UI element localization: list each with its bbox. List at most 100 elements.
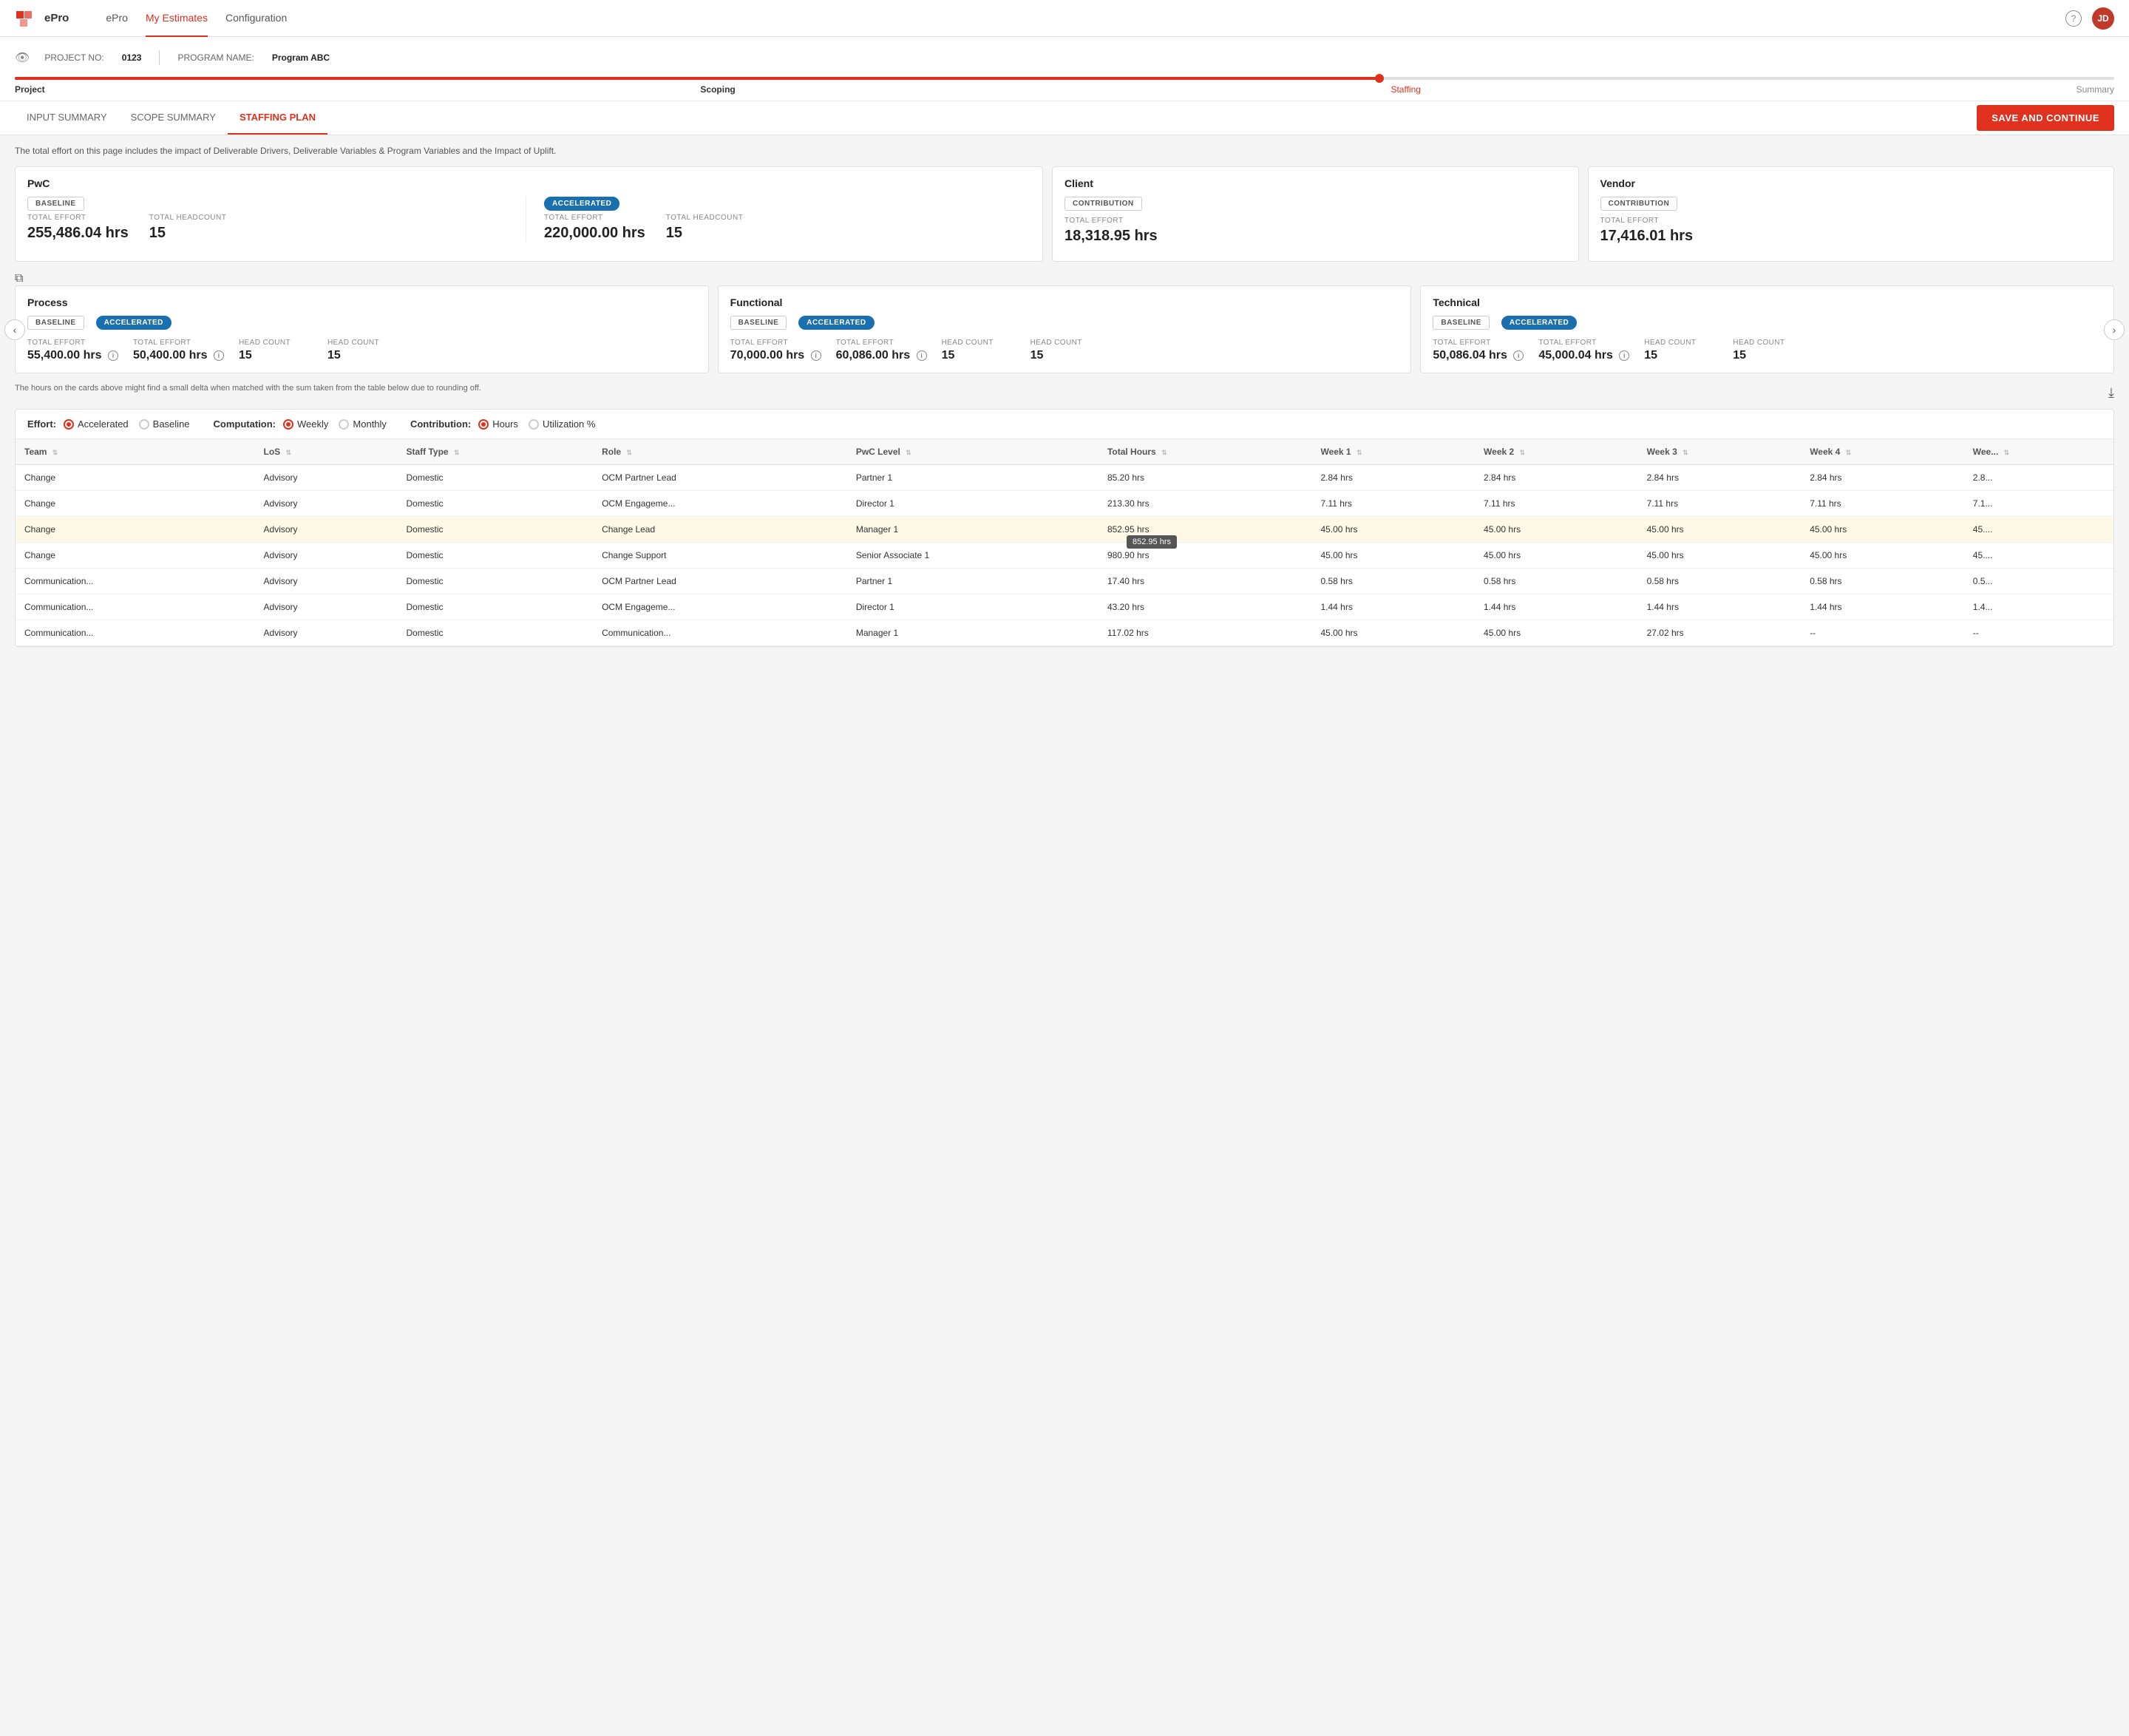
category-card-0: Process BASELINE ACCELERATED TOTAL EFFOR…	[15, 285, 709, 373]
pwc-acc-headcount-label: TOTAL HEADCOUNT	[666, 214, 744, 222]
logo: ePro	[15, 7, 91, 30]
effort-accelerated-radio[interactable]	[64, 419, 74, 430]
info-icon-baseline-0[interactable]: i	[108, 350, 118, 361]
contribution-hours-option[interactable]: Hours	[478, 418, 518, 430]
eye-icon[interactable]: 👁	[15, 50, 30, 65]
progress-track	[15, 77, 2114, 80]
cat-baseline-hc-1: HEAD COUNT 15	[942, 339, 1016, 362]
cell-6-5: 117.02 hrs	[1099, 620, 1312, 646]
nav-right: ? JD	[2065, 7, 2114, 30]
contribution-hours-radio[interactable]	[478, 419, 489, 430]
cell-3-7: 45.00 hrs	[1475, 543, 1638, 569]
sort-icon-1[interactable]: ⇅	[286, 449, 292, 456]
cell-0-6: 2.84 hrs	[1311, 465, 1475, 491]
client-effort-label: TOTAL EFFORT	[1064, 217, 1158, 225]
cat-acc-badge-1: ACCELERATED	[798, 316, 874, 330]
filter-icon[interactable]: ⧉	[15, 272, 23, 285]
project-no-label: PROJECT NO:	[44, 52, 103, 63]
sort-icon-6[interactable]: ⇅	[1356, 449, 1362, 456]
cell-6-10: --	[1964, 620, 2113, 646]
tab-bar: INPUT SUMMARY SCOPE SUMMARY STAFFING PLA…	[0, 101, 2129, 135]
sort-icon-2[interactable]: ⇅	[454, 449, 460, 456]
cell-1-7: 7.11 hrs	[1475, 491, 1638, 517]
sort-icon-0[interactable]: ⇅	[52, 449, 58, 456]
col-header-week-4[interactable]: Week 4 ⇅	[1801, 439, 1964, 465]
cell-0-5: 85.20 hrs	[1099, 465, 1312, 491]
pwc-baseline-headcount: TOTAL HEADCOUNT 15	[149, 214, 227, 242]
cell-1-5: 213.30 hrs	[1099, 491, 1312, 517]
client-contribution-badge: CONTRIBUTION	[1064, 197, 1142, 211]
cell-4-1: Advisory	[255, 569, 398, 594]
computation-weekly-option[interactable]: Weekly	[283, 418, 328, 430]
pwc-accelerated-badge: ACCELERATED	[544, 197, 619, 211]
effort-accelerated-option[interactable]: Accelerated	[64, 418, 129, 430]
col-header-staff-type[interactable]: Staff Type ⇅	[397, 439, 593, 465]
save-and-continue-button[interactable]: SAVE AND CONTINUE	[1977, 105, 2114, 131]
sort-icon-5[interactable]: ⇅	[1161, 449, 1167, 456]
sort-icon-7[interactable]: ⇅	[1520, 449, 1526, 456]
cat-baseline-badge-1: BASELINE	[730, 316, 787, 330]
step-scoping[interactable]: Scoping	[700, 84, 735, 95]
col-header-wee...[interactable]: Wee... ⇅	[1964, 439, 2113, 465]
col-header-week-2[interactable]: Week 2 ⇅	[1475, 439, 1638, 465]
col-header-role[interactable]: Role ⇅	[593, 439, 847, 465]
contribution-utilization-radio[interactable]	[529, 419, 539, 430]
info-icon-acc-0[interactable]: i	[214, 350, 224, 361]
nav-link-my-estimates[interactable]: My Estimates	[146, 0, 208, 37]
effort-baseline-radio[interactable]	[139, 419, 149, 430]
cell-4-10: 0.5...	[1964, 569, 2113, 594]
cat-baseline-effort-0: TOTAL EFFORT 55,400.00 hrs i	[27, 339, 118, 362]
sort-icon-10[interactable]: ⇅	[2004, 449, 2010, 456]
cell-1-9: 7.11 hrs	[1801, 491, 1964, 517]
export-icon[interactable]: ⤓	[2108, 385, 2114, 401]
col-header-pwc-level[interactable]: PwC Level ⇅	[847, 439, 1099, 465]
tab-input-summary[interactable]: INPUT SUMMARY	[15, 101, 119, 135]
sort-icon-8[interactable]: ⇅	[1683, 449, 1688, 456]
cell-0-4: Partner 1	[847, 465, 1099, 491]
effort-baseline-option[interactable]: Baseline	[139, 418, 190, 430]
cat-acc-effort-2: TOTAL EFFORT 45,000.04 hrs i	[1538, 339, 1629, 362]
cell-2-6: 45.00 hrs	[1311, 517, 1475, 543]
computation-label: Computation:	[214, 418, 276, 430]
pwc-acc-headcount: TOTAL HEADCOUNT 15	[666, 214, 744, 242]
info-icon-baseline-1[interactable]: i	[811, 350, 821, 361]
computation-weekly-radio[interactable]	[283, 419, 293, 430]
info-icon-baseline-2[interactable]: i	[1513, 350, 1524, 361]
cell-6-1: Advisory	[255, 620, 398, 646]
computation-monthly-radio[interactable]	[339, 419, 349, 430]
col-header-los[interactable]: LoS ⇅	[255, 439, 398, 465]
step-summary[interactable]: Summary	[2077, 84, 2114, 95]
sort-icon-9[interactable]: ⇅	[1846, 449, 1852, 456]
contribution-utilization-option[interactable]: Utilization %	[529, 418, 596, 430]
nav-link-epro[interactable]: ePro	[106, 0, 128, 37]
cell-3-4: Senior Associate 1	[847, 543, 1099, 569]
col-header-total-hours[interactable]: Total Hours ⇅	[1099, 439, 1312, 465]
cell-5-5: 43.20 hrs	[1099, 594, 1312, 620]
cell-3-9: 45.00 hrs	[1801, 543, 1964, 569]
cell-2-4: Manager 1	[847, 517, 1099, 543]
cat-acc-effort-1: TOTAL EFFORT 60,086.00 hrs i	[836, 339, 927, 362]
step-staffing[interactable]: Staffing	[1391, 84, 1420, 95]
contribution-utilization-label: Utilization %	[543, 418, 596, 430]
info-icon-acc-1[interactable]: i	[917, 350, 927, 361]
vendor-card-title: Vendor	[1600, 177, 2102, 189]
table-row: Communication...AdvisoryDomesticOCM Enga…	[16, 594, 2113, 620]
tab-staffing-plan[interactable]: STAFFING PLAN	[228, 101, 327, 135]
nav-link-configuration[interactable]: Configuration	[225, 0, 287, 37]
nav-arrow-left[interactable]: ‹	[4, 319, 25, 340]
col-header-week-1[interactable]: Week 1 ⇅	[1311, 439, 1475, 465]
tab-scope-summary[interactable]: SCOPE SUMMARY	[119, 101, 228, 135]
computation-monthly-option[interactable]: Monthly	[339, 418, 387, 430]
step-project[interactable]: Project	[15, 84, 45, 95]
col-header-team[interactable]: Team ⇅	[16, 439, 255, 465]
col-header-week-3[interactable]: Week 3 ⇅	[1638, 439, 1802, 465]
help-icon[interactable]: ?	[2065, 10, 2082, 27]
nav-arrow-right[interactable]: ›	[2104, 319, 2125, 340]
cat-acc-effort-0: TOTAL EFFORT 50,400.00 hrs i	[133, 339, 224, 362]
sort-icon-4[interactable]: ⇅	[906, 449, 911, 456]
cat-metrics-2: TOTAL EFFORT 50,086.04 hrs i TOTAL EFFOR…	[1433, 339, 2102, 362]
project-info: 👁 PROJECT NO: 0123 PROGRAM NAME: Program…	[15, 44, 2114, 71]
sort-icon-3[interactable]: ⇅	[626, 449, 632, 456]
info-icon-acc-2[interactable]: i	[1619, 350, 1629, 361]
user-avatar[interactable]: JD	[2092, 7, 2114, 30]
